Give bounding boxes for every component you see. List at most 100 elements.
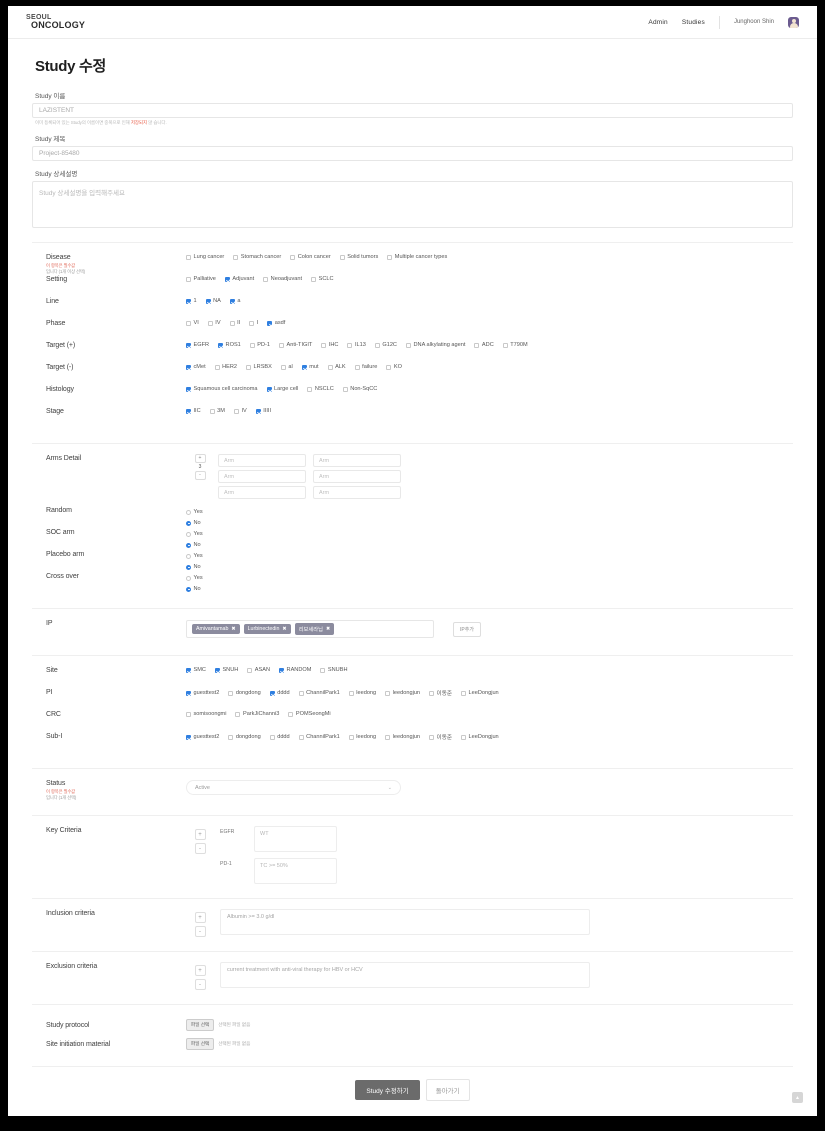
close-icon[interactable]: ✖ — [231, 626, 235, 632]
option-item[interactable]: failure — [354, 364, 377, 370]
checkbox-icon[interactable] — [186, 690, 191, 696]
checkbox-icon[interactable] — [228, 690, 234, 696]
option-item[interactable]: leedong — [348, 734, 376, 740]
site-init-file-button[interactable]: 파일 선택 — [186, 1037, 215, 1050]
option-item[interactable]: mut — [301, 364, 319, 370]
user-name-label[interactable]: Junghoon Shin — [734, 19, 774, 25]
checkbox-icon[interactable] — [228, 734, 234, 740]
checkbox-icon[interactable] — [320, 667, 326, 673]
option-item[interactable]: ASAN — [247, 667, 270, 673]
checkbox-icon[interactable] — [321, 342, 327, 348]
radio-icon[interactable] — [186, 542, 191, 548]
option-item[interactable]: cMet — [186, 364, 206, 370]
option-item[interactable]: 1 — [186, 298, 197, 304]
option-item[interactable]: POMSeongMi — [288, 711, 331, 717]
option-item[interactable]: NSCLC — [307, 386, 334, 392]
option-item[interactable]: VI — [186, 320, 199, 326]
option-item[interactable]: PD-1 — [249, 342, 270, 348]
option-item[interactable]: Squamous cell carcinoma — [186, 386, 258, 392]
checkbox-icon[interactable] — [218, 342, 224, 348]
study-name-input[interactable]: LAZISTENT — [32, 103, 793, 118]
radio-option[interactable]: Yes — [186, 509, 203, 515]
key-criteria-value-input[interactable]: TC >= 50% — [254, 858, 337, 884]
option-item[interactable]: Stomach cancer — [233, 254, 281, 260]
checkbox-icon[interactable] — [186, 298, 191, 304]
radio-option[interactable]: Yes — [186, 575, 203, 581]
checkbox-icon[interactable] — [186, 711, 191, 717]
option-item[interactable]: IL13 — [347, 342, 366, 348]
checkbox-icon[interactable] — [385, 734, 391, 740]
checkbox-icon[interactable] — [386, 364, 392, 370]
checkbox-icon[interactable] — [186, 408, 191, 414]
checkbox-icon[interactable] — [224, 276, 230, 282]
option-item[interactable]: 이동준 — [429, 689, 452, 697]
arms-decrement-button[interactable]: - — [194, 471, 206, 480]
checkbox-icon[interactable] — [246, 364, 252, 370]
arm-input[interactable]: Arm — [218, 486, 306, 499]
radio-icon[interactable] — [186, 520, 191, 526]
option-item[interactable]: Multiple cancer types — [387, 254, 447, 260]
inclusion-add-button[interactable]: + — [194, 912, 206, 923]
status-select[interactable]: Active ⌄ — [186, 780, 401, 795]
option-item[interactable]: Palliative — [186, 276, 216, 282]
option-item[interactable]: somisoongmi — [186, 711, 226, 717]
checkbox-icon[interactable] — [249, 342, 255, 348]
checkbox-icon[interactable] — [186, 386, 191, 392]
option-item[interactable]: RANDOM — [279, 667, 311, 673]
ip-tag-input[interactable]: Amivantamab ✖ Lurbinectedin ✖ 리보세라닙 ✖ — [186, 620, 434, 638]
option-item[interactable]: T790M — [502, 342, 528, 348]
checkbox-icon[interactable] — [263, 276, 269, 282]
checkbox-icon[interactable] — [186, 342, 191, 348]
arm-input[interactable]: Arm — [313, 454, 401, 467]
checkbox-icon[interactable] — [269, 734, 275, 740]
option-item[interactable]: DNA alkylating agent — [405, 342, 465, 348]
radio-icon[interactable] — [186, 575, 191, 581]
option-item[interactable]: IIIII — [255, 408, 271, 414]
checkbox-icon[interactable] — [279, 667, 285, 673]
option-item[interactable]: Non-SqCC — [342, 386, 377, 392]
key-criteria-remove-button[interactable]: - — [194, 843, 206, 854]
inclusion-remove-button[interactable]: - — [194, 926, 206, 937]
option-item[interactable]: LRSBX — [246, 364, 272, 370]
option-item[interactable]: G12C — [374, 342, 397, 348]
option-item[interactable]: guesttest2 — [186, 734, 219, 740]
checkbox-icon[interactable] — [298, 734, 304, 740]
nav-link-admin[interactable]: Admin — [648, 19, 667, 26]
checkbox-icon[interactable] — [233, 254, 239, 260]
ip-tag[interactable]: 리보세라닙 ✖ — [294, 623, 335, 635]
checkbox-icon[interactable] — [235, 711, 241, 717]
option-item[interactable]: Solid tumors — [339, 254, 378, 260]
option-item[interactable]: IHC — [321, 342, 338, 348]
avatar[interactable] — [788, 16, 799, 28]
option-item[interactable]: IIC — [186, 408, 201, 414]
checkbox-icon[interactable] — [214, 364, 220, 370]
checkbox-icon[interactable] — [229, 298, 235, 304]
option-item[interactable]: al — [280, 364, 293, 370]
radio-option[interactable]: Yes — [186, 553, 203, 559]
checkbox-icon[interactable] — [267, 320, 273, 326]
option-item[interactable]: 이동준 — [429, 733, 452, 741]
checkbox-icon[interactable] — [374, 342, 380, 348]
back-button[interactable]: 돌아가기 — [425, 1079, 470, 1101]
exclusion-textarea[interactable]: current treatment with anti-viral therap… — [220, 962, 590, 988]
checkbox-icon[interactable] — [288, 711, 294, 717]
checkbox-icon[interactable] — [233, 408, 239, 414]
checkbox-icon[interactable] — [186, 734, 191, 740]
option-item[interactable]: dongdong — [228, 690, 261, 696]
checkbox-icon[interactable] — [339, 254, 345, 260]
radio-option[interactable]: No — [186, 520, 203, 526]
nav-link-studies[interactable]: Studies — [682, 19, 705, 26]
close-icon[interactable]: ✖ — [282, 626, 286, 632]
option-item[interactable]: HER2 — [214, 364, 237, 370]
option-item[interactable]: a — [229, 298, 241, 304]
option-item[interactable]: IV — [233, 408, 247, 414]
option-item[interactable]: Anti-TIGIT — [279, 342, 312, 348]
option-item[interactable]: leedongjun — [385, 690, 420, 696]
arm-input[interactable]: Arm — [218, 454, 306, 467]
option-item[interactable]: Neoadjuvant — [263, 276, 302, 282]
arm-input[interactable]: Arm — [313, 486, 401, 499]
checkbox-icon[interactable] — [347, 342, 353, 348]
checkbox-icon[interactable] — [229, 320, 235, 326]
option-item[interactable]: IV — [207, 320, 221, 326]
checkbox-icon[interactable] — [214, 667, 220, 673]
